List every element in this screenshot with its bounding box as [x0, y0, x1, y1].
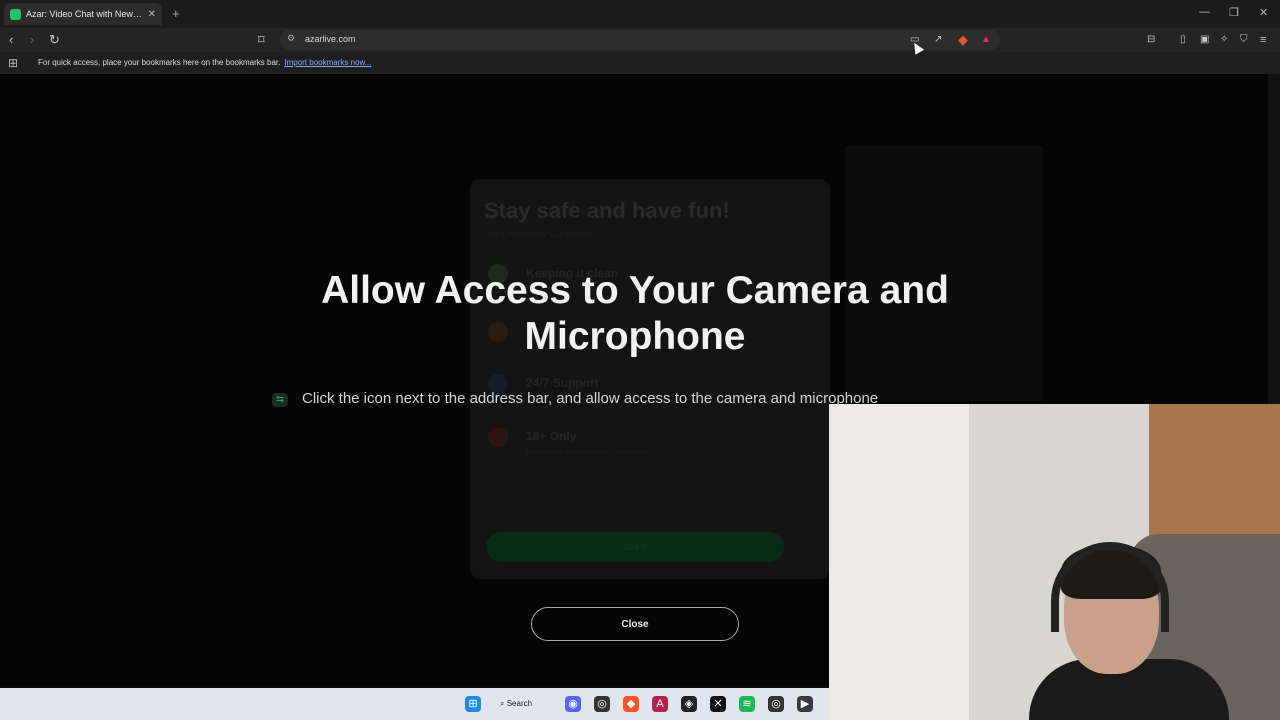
address-bar[interactable] — [280, 30, 1000, 50]
share-icon[interactable]: ↗ — [934, 32, 942, 48]
brave-icon[interactable]: ◆ — [623, 696, 639, 712]
menu-icon[interactable]: ≡ — [1260, 32, 1266, 48]
reload-icon[interactable]: ↻ — [49, 32, 60, 48]
discord-icon[interactable]: ◉ — [565, 696, 581, 712]
url-text[interactable]: azarlive.com — [305, 34, 356, 44]
forward-icon[interactable]: › — [30, 32, 34, 48]
window-close-icon[interactable]: ✕ — [1259, 6, 1268, 19]
tab-title: Azar: Video Chat with New People — [26, 9, 144, 19]
browser-toolbar: ‹ › ↻ ⌑ ⚙ azarlive.com ▭ ↗ ◆ ▲ ⊟ ▯ ▣ ✧ ⛉… — [0, 28, 1280, 52]
vpn-icon[interactable]: ⛉ — [1240, 32, 1248, 48]
guidelines-title: Stay safe and have fun! — [484, 198, 730, 223]
guideline-icon — [488, 427, 508, 447]
search-label: Search — [506, 699, 533, 708]
guideline-title: 24/7 Support — [526, 376, 599, 390]
site-settings-hint-icon: ⇆ — [272, 393, 288, 407]
permission-instruction: ⇆ Click the icon next to the address bar,… — [272, 390, 878, 407]
app-icon[interactable]: ◈ — [681, 696, 697, 712]
taskbar-search[interactable]: ⌕ Search — [500, 695, 548, 713]
leo-ai-icon[interactable]: ✧ — [1220, 32, 1228, 48]
close-button[interactable]: Close — [531, 607, 739, 641]
bookmarks-bar: ⊞ For quick access, place your bookmarks… — [0, 52, 1280, 74]
guideline-title: 18+ Only — [526, 429, 577, 443]
spotify-icon[interactable]: ≋ — [739, 696, 755, 712]
bookmarks-hint: For quick access, place your bookmarks h… — [38, 58, 281, 67]
app-icon[interactable]: A — [652, 696, 668, 712]
instruction-text: Click the icon next to the address bar, … — [302, 390, 879, 407]
app-icon[interactable]: ✕ — [710, 696, 726, 712]
windows-start-icon[interactable]: ⊞ — [465, 696, 481, 712]
bookmarks-message: For quick access, place your bookmarks h… — [38, 58, 372, 67]
minimize-icon[interactable]: — — [1199, 6, 1210, 18]
app-icon[interactable]: ◎ — [594, 696, 610, 712]
webcam-overlay — [829, 404, 1280, 720]
wallet-icon[interactable]: ▣ — [1200, 32, 1209, 48]
guideline-detail: Minors are not allowed to use Azar — [526, 447, 649, 456]
azar-favicon-icon — [10, 8, 21, 20]
got-it-button: Got it — [486, 532, 784, 562]
guidelines-subtitle: Our Community Guidelines — [484, 229, 593, 239]
back-icon[interactable]: ‹ — [9, 32, 13, 48]
permission-headline: Allow Access to Your Camera and Micropho… — [321, 269, 949, 358]
tab-list-icon[interactable]: ⊟ — [1147, 32, 1155, 48]
close-tab-icon[interactable]: ✕ — [148, 9, 156, 20]
restore-icon[interactable]: ❐ — [1229, 6, 1239, 19]
site-settings-icon[interactable]: ⚙ — [287, 33, 295, 44]
sidebar-icon[interactable]: ▯ — [1180, 32, 1186, 48]
cam-window-light — [829, 404, 969, 720]
new-tab-button[interactable]: + — [172, 6, 180, 21]
brave-shields-icon[interactable]: ◆ — [958, 32, 968, 48]
windows-taskbar: ⊞ ⌕ Search ◉ ◎ ◆ A ◈ ✕ ≋ ◎ ▶ — [0, 688, 829, 720]
app-icon[interactable]: ▶ — [797, 696, 813, 712]
import-bookmarks-link[interactable]: Import bookmarks now... — [284, 58, 371, 67]
apps-grid-icon[interactable]: ⊞ — [8, 56, 18, 70]
browser-tab[interactable]: Azar: Video Chat with New People ✕ — [4, 3, 162, 25]
guideline-row: 18+ Only — [488, 427, 768, 447]
brave-rewards-icon[interactable]: ▲ — [981, 32, 991, 48]
tab-strip: Azar: Video Chat with New People ✕ + — ❐… — [0, 0, 1280, 28]
bookmark-icon[interactable]: ⌑ — [258, 32, 265, 48]
app-icon[interactable]: ◎ — [768, 696, 784, 712]
